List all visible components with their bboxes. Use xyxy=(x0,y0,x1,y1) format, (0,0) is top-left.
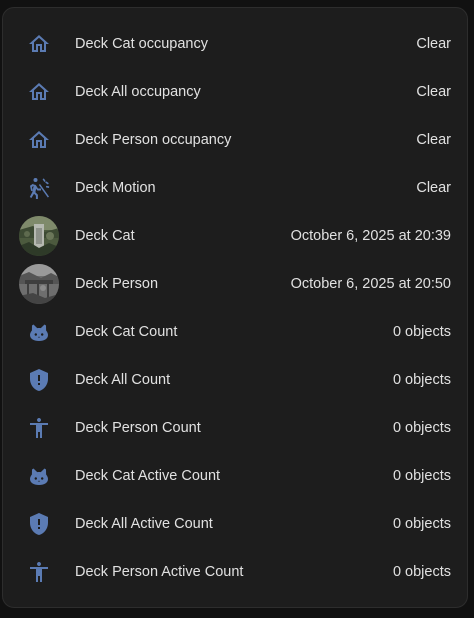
entity-state: Clear xyxy=(416,180,451,196)
entity-row-deck-all-active-count[interactable]: Deck All Active Count 0 objects xyxy=(3,500,467,548)
entity-name: Deck All Count xyxy=(75,372,171,388)
home-outline-icon xyxy=(19,24,59,64)
entity-row-deck-cat-snapshot[interactable]: Deck Cat October 6, 2025 at 20:39 xyxy=(3,212,467,260)
entity-row-deck-all-occupancy[interactable]: Deck All occupancy Clear xyxy=(3,68,467,116)
entity-row-deck-all-count[interactable]: Deck All Count 0 objects xyxy=(3,356,467,404)
entity-name: Deck Cat Active Count xyxy=(75,468,221,484)
entity-name: Deck Person xyxy=(75,276,159,292)
camera-snapshot-avatar xyxy=(19,264,59,304)
entity-state: Clear xyxy=(416,84,451,100)
entity-row-deck-cat-count[interactable]: Deck Cat Count 0 objects xyxy=(3,308,467,356)
entity-state: 0 objects xyxy=(392,516,451,532)
shield-alert-icon xyxy=(19,360,59,400)
entity-name: Deck Person Active Count xyxy=(75,564,244,580)
entity-name: Deck Person Count xyxy=(75,420,201,436)
home-outline-icon xyxy=(19,120,59,160)
entity-state: 0 objects xyxy=(392,372,451,388)
entity-row-deck-person-active-count[interactable]: Deck Person Active Count 0 objects xyxy=(3,548,467,596)
entity-state: Clear xyxy=(416,36,451,52)
entity-row-deck-person-count[interactable]: Deck Person Count 0 objects xyxy=(3,404,467,452)
entity-name: Deck Cat xyxy=(75,228,135,244)
entity-state: 0 objects xyxy=(392,564,451,580)
entity-row-deck-motion[interactable]: Deck Motion Clear xyxy=(3,164,467,212)
human-icon xyxy=(19,408,59,448)
cat-icon xyxy=(19,312,59,352)
home-outline-icon xyxy=(19,72,59,112)
entity-row-deck-cat-active-count[interactable]: Deck Cat Active Count 0 objects xyxy=(3,452,467,500)
entity-name: Deck All Active Count xyxy=(75,516,213,532)
entity-name: Deck Cat Count xyxy=(75,324,178,340)
entity-name: Deck Motion xyxy=(75,180,156,196)
entity-state: October 6, 2025 at 20:50 xyxy=(290,276,451,292)
entities-card: Deck Cat occupancy Clear Deck All occupa… xyxy=(2,7,468,608)
entity-name: Deck Person occupancy xyxy=(75,132,232,148)
walk-motion-icon xyxy=(19,168,59,208)
entity-state: Clear xyxy=(416,132,451,148)
entity-row-deck-cat-occupancy[interactable]: Deck Cat occupancy Clear xyxy=(3,20,467,68)
entity-row-deck-person-occupancy[interactable]: Deck Person occupancy Clear xyxy=(3,116,467,164)
entity-state: 0 objects xyxy=(392,420,451,436)
entity-row-deck-person-snapshot[interactable]: Deck Person October 6, 2025 at 20:50 xyxy=(3,260,467,308)
cat-icon xyxy=(19,456,59,496)
entity-state: 0 objects xyxy=(392,324,451,340)
shield-alert-icon xyxy=(19,504,59,544)
camera-snapshot-avatar xyxy=(19,216,59,256)
entity-state: October 6, 2025 at 20:39 xyxy=(290,228,451,244)
entity-name: Deck Cat occupancy xyxy=(75,36,208,52)
entity-state: 0 objects xyxy=(392,468,451,484)
human-icon xyxy=(19,552,59,592)
entity-name: Deck All occupancy xyxy=(75,84,201,100)
